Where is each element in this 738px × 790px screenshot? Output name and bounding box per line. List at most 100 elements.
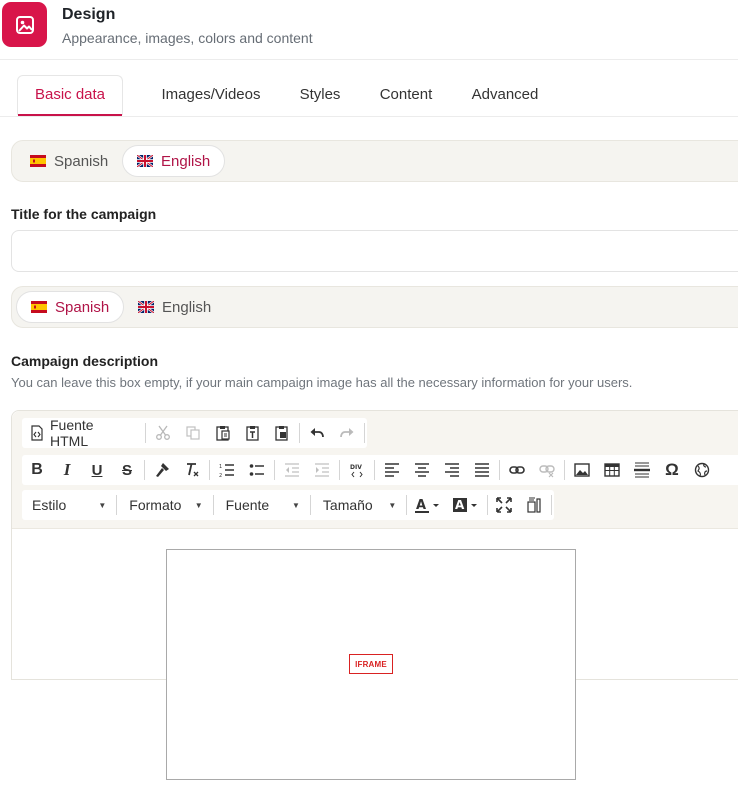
lang-label: English [161, 152, 211, 170]
align-left-icon[interactable] [377, 456, 407, 484]
campaign-description-hint: You can leave this box empty, if your ma… [11, 375, 633, 390]
style-combo-label: Estilo [32, 497, 67, 513]
tab-styles[interactable]: Styles [288, 76, 352, 116]
insert-table-icon[interactable] [597, 456, 627, 484]
toolbar-separator [212, 495, 214, 515]
tab-bar: Basic data Images/Videos Styles Content … [0, 60, 738, 117]
source-html-label: Fuente HTML [50, 417, 94, 449]
toolbar-separator [309, 495, 311, 515]
lang-label: Spanish [54, 152, 109, 170]
maximize-icon[interactable] [490, 491, 520, 519]
toolbar-separator [339, 460, 340, 480]
svg-text:A: A [416, 498, 426, 513]
iframe-label: IFRAME [349, 654, 393, 674]
text-color-icon[interactable]: A [409, 491, 447, 519]
page-title: Design [62, 6, 116, 23]
format-combo-label: Formato [129, 497, 182, 513]
iframe-placeholder[interactable]: IFRAME [166, 549, 576, 780]
horizontal-rule-icon[interactable] [627, 456, 657, 484]
chevron-down-icon: ▼ [388, 500, 397, 510]
redo-icon[interactable] [332, 419, 362, 447]
undo-icon[interactable] [302, 419, 332, 447]
paste-icon[interactable] [208, 419, 238, 447]
special-character-icon[interactable]: Ω [657, 456, 687, 484]
toolbar-separator [406, 495, 408, 515]
chevron-down-icon: ▼ [292, 500, 300, 510]
toolbar-row-clipboard: Fuente HTML [22, 417, 367, 449]
lang-option-english[interactable]: English [124, 291, 225, 323]
toolbar-row-styles: Estilo ▼ Formato ▼ Fuente ▼ Tamaño ▼ A A [22, 490, 554, 520]
align-right-icon[interactable] [437, 456, 467, 484]
size-combo[interactable]: Tamaño ▼ [313, 491, 404, 519]
outdent-icon[interactable] [277, 456, 307, 484]
background-color-icon[interactable]: A [447, 491, 485, 519]
lang-option-spanish[interactable]: Spanish [16, 291, 125, 323]
tab-content[interactable]: Content [368, 76, 444, 116]
align-center-icon[interactable] [407, 456, 437, 484]
lang-option-english[interactable]: English [122, 145, 226, 177]
description-language-switcher: Spanish English [11, 286, 738, 328]
chevron-down-icon: ▼ [98, 500, 107, 510]
chevron-down-icon: ▼ [194, 500, 203, 510]
uk-flag-icon [138, 301, 154, 313]
source-html-button[interactable]: Fuente HTML [22, 417, 143, 449]
toolbar-row-format: B I U S 12 DIV Ω [22, 455, 738, 485]
svg-text:2: 2 [219, 473, 222, 478]
insert-image-icon[interactable] [567, 456, 597, 484]
svg-text:DIV: DIV [350, 464, 362, 471]
image-icon [2, 2, 47, 47]
style-combo[interactable]: Estilo ▼ [22, 491, 114, 519]
editor-toolbar: Fuente HTML B I U S 1 2 DIV Ω Estilo ▼ F… [12, 411, 738, 529]
font-combo-label: Fuente [225, 497, 270, 513]
toolbar-separator [145, 423, 147, 443]
lang-option-spanish[interactable]: Spanish [16, 145, 122, 177]
italic-icon[interactable]: I [52, 456, 82, 484]
justify-icon[interactable] [467, 456, 497, 484]
cut-icon[interactable] [148, 419, 178, 447]
bold-icon[interactable]: B [22, 456, 52, 484]
uk-flag-icon [137, 155, 153, 167]
iframe-globe-icon[interactable] [687, 456, 717, 484]
toolbar-separator [144, 460, 145, 480]
toolbar-separator [363, 423, 365, 443]
indent-icon[interactable] [307, 456, 337, 484]
toolbar-separator [499, 460, 500, 480]
toolbar-separator [209, 460, 210, 480]
toolbar-separator [374, 460, 375, 480]
link-icon[interactable] [502, 456, 532, 484]
toolbar-separator [564, 460, 565, 480]
toolbar-separator [299, 423, 301, 443]
font-combo[interactable]: Fuente ▼ [216, 491, 308, 519]
toolbar-separator [486, 495, 488, 515]
campaign-title-input[interactable] [11, 230, 738, 272]
spain-flag-icon [31, 301, 47, 313]
strikethrough-icon[interactable]: S [112, 456, 142, 484]
page-subtitle: Appearance, images, colors and content [62, 30, 313, 46]
copy-format-icon[interactable] [147, 456, 177, 484]
svg-text:A: A [455, 498, 465, 512]
paste-text-icon[interactable] [238, 419, 268, 447]
svg-text:1: 1 [219, 464, 222, 470]
format-combo[interactable]: Formato ▼ [119, 491, 210, 519]
copy-icon[interactable] [178, 419, 208, 447]
remove-format-icon[interactable] [177, 456, 207, 484]
unlink-icon[interactable] [532, 456, 562, 484]
toolbar-separator [116, 495, 118, 515]
tab-images-videos[interactable]: Images/Videos [148, 76, 274, 116]
tab-advanced[interactable]: Advanced [460, 76, 550, 116]
div-container-icon[interactable]: DIV [342, 456, 372, 484]
toolbar-separator [274, 460, 275, 480]
numbered-list-icon[interactable]: 12 [212, 456, 242, 484]
campaign-description-label: Campaign description [11, 353, 159, 369]
underline-icon[interactable]: U [82, 456, 112, 484]
tab-basic-data[interactable]: Basic data [17, 75, 123, 116]
show-blocks-icon[interactable] [519, 491, 549, 519]
campaign-title-label: Title for the campaign [11, 206, 157, 222]
source-icon [30, 425, 44, 441]
size-combo-label: Tamaño [322, 497, 373, 513]
paste-word-icon[interactable] [267, 419, 297, 447]
bulleted-list-icon[interactable] [242, 456, 272, 484]
toolbar-separator [550, 495, 552, 515]
spain-flag-icon [30, 155, 46, 167]
lang-label: English [162, 298, 212, 316]
